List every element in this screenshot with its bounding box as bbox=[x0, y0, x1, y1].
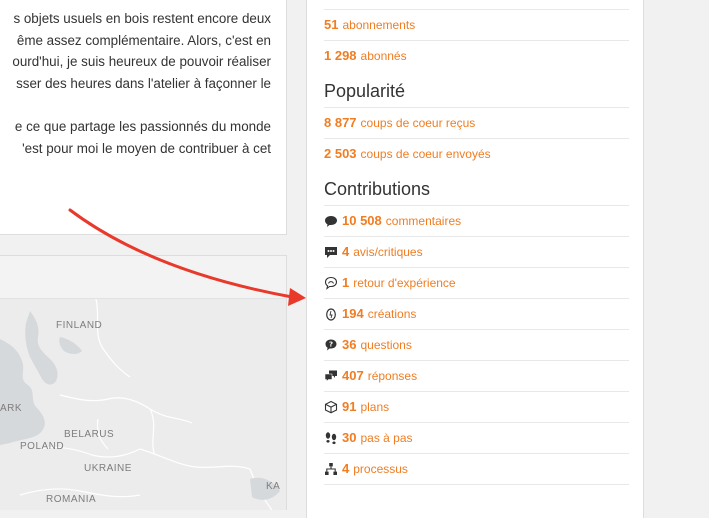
map-label-partial: KA bbox=[266, 481, 280, 492]
review-icon bbox=[324, 245, 338, 259]
popularity-heading: Popularité bbox=[324, 81, 406, 101]
user-stats-panel: 51 abonnements 1 298 abonnés Popularité … bbox=[306, 0, 644, 518]
text-line: 'est pour moi le moyen de contribuer à c… bbox=[22, 140, 271, 156]
stat-number: 30 bbox=[342, 430, 357, 445]
stat-number: 4 bbox=[342, 461, 350, 476]
stat-subscriptions[interactable]: 51 abonnements bbox=[324, 9, 629, 40]
map-label-belarus: BELARUS bbox=[64, 429, 114, 440]
stat-label: abonnés bbox=[360, 49, 407, 63]
stat-comments[interactable]: 10 508 commentaires bbox=[324, 205, 629, 236]
stat-label: questions bbox=[360, 338, 412, 352]
stat-label: créations bbox=[367, 307, 417, 321]
stat-answers[interactable]: 407 réponses bbox=[324, 360, 629, 391]
stat-label: pas à pas bbox=[360, 431, 413, 445]
europe-map[interactable]: FINLAND BELARUS POLAND UKRAINE ROMANIA A… bbox=[0, 299, 286, 510]
stat-label: coups de coeur envoyés bbox=[360, 147, 491, 161]
stat-label: processus bbox=[353, 462, 408, 476]
footsteps-icon bbox=[324, 431, 338, 445]
map-label-partial: ARK bbox=[0, 403, 22, 414]
stat-steps[interactable]: 30 pas à pas bbox=[324, 422, 629, 453]
description-paragraph-2: e ce que partage les passionnés du monde… bbox=[0, 116, 271, 159]
stat-number: 407 bbox=[342, 368, 364, 383]
stat-feedback[interactable]: 1 retour d'expérience bbox=[324, 267, 629, 298]
stat-number: 8 877 bbox=[324, 115, 357, 130]
stat-reviews[interactable]: 4 avis/critiques bbox=[324, 236, 629, 267]
map-label-poland: POLAND bbox=[20, 441, 64, 452]
creation-icon bbox=[324, 307, 338, 321]
text-line: sser des heures dans l'atelier à façonne… bbox=[16, 75, 271, 91]
question-icon: ? bbox=[324, 338, 338, 352]
stat-label: abonnements bbox=[342, 18, 416, 32]
location-map-card: FINLAND BELARUS POLAND UKRAINE ROMANIA A… bbox=[0, 255, 287, 510]
map-label-finland: FINLAND bbox=[56, 320, 102, 331]
stat-number: 36 bbox=[342, 337, 357, 352]
stat-questions[interactable]: ? 36 questions bbox=[324, 329, 629, 360]
stat-number: 1 bbox=[342, 275, 350, 290]
contributions-heading: Contributions bbox=[324, 179, 431, 199]
feedback-icon bbox=[324, 276, 338, 290]
stat-label: plans bbox=[360, 400, 390, 414]
stat-likes-sent[interactable]: 2 503 coups de coeur envoyés bbox=[324, 138, 629, 169]
stat-label: avis/critiques bbox=[353, 245, 423, 259]
text-line: s objets usuels en bois restent encore d… bbox=[13, 11, 271, 26]
text-line: ourd'hui, je suis heureux de pouvoir réa… bbox=[12, 54, 271, 69]
next-section-peek bbox=[324, 484, 629, 515]
stat-number: 4 bbox=[342, 244, 350, 259]
stat-number: 2 503 bbox=[324, 146, 357, 161]
stat-label: coups de coeur reçus bbox=[360, 116, 476, 130]
stat-label: réponses bbox=[367, 369, 418, 383]
process-icon bbox=[324, 462, 338, 476]
stat-label: retour d'expérience bbox=[353, 276, 456, 290]
stat-number: 10 508 bbox=[342, 213, 382, 228]
text-line: ême assez complémentaire. Alors, c'est e… bbox=[16, 32, 271, 48]
description-paragraph-1: s objets usuels en bois restent encore d… bbox=[0, 8, 271, 94]
cube-icon bbox=[324, 400, 338, 414]
profile-description: s objets usuels en bois restent encore d… bbox=[0, 0, 271, 159]
text-line: e ce que partage les passionnés du monde bbox=[14, 119, 271, 134]
profile-description-card: s objets usuels en bois restent encore d… bbox=[0, 0, 287, 235]
stat-creations[interactable]: 194 créations bbox=[324, 298, 629, 329]
answers-icon bbox=[324, 369, 338, 383]
stat-plans[interactable]: 91 plans bbox=[324, 391, 629, 422]
stat-processes[interactable]: 4 processus bbox=[324, 453, 629, 484]
stat-number: 51 bbox=[324, 17, 339, 32]
stat-number: 194 bbox=[342, 306, 364, 321]
map-label-romania: ROMANIA bbox=[46, 494, 96, 505]
map-card-header bbox=[0, 256, 286, 299]
stat-label: commentaires bbox=[385, 214, 462, 228]
stat-likes-received[interactable]: 8 877 coups de coeur reçus bbox=[324, 107, 629, 138]
stat-number: 91 bbox=[342, 399, 357, 414]
comment-icon bbox=[324, 214, 338, 228]
stat-number: 1 298 bbox=[324, 48, 357, 63]
svg-text:?: ? bbox=[329, 341, 333, 349]
map-label-ukraine: UKRAINE bbox=[84, 463, 132, 474]
stat-followers[interactable]: 1 298 abonnés bbox=[324, 40, 629, 71]
